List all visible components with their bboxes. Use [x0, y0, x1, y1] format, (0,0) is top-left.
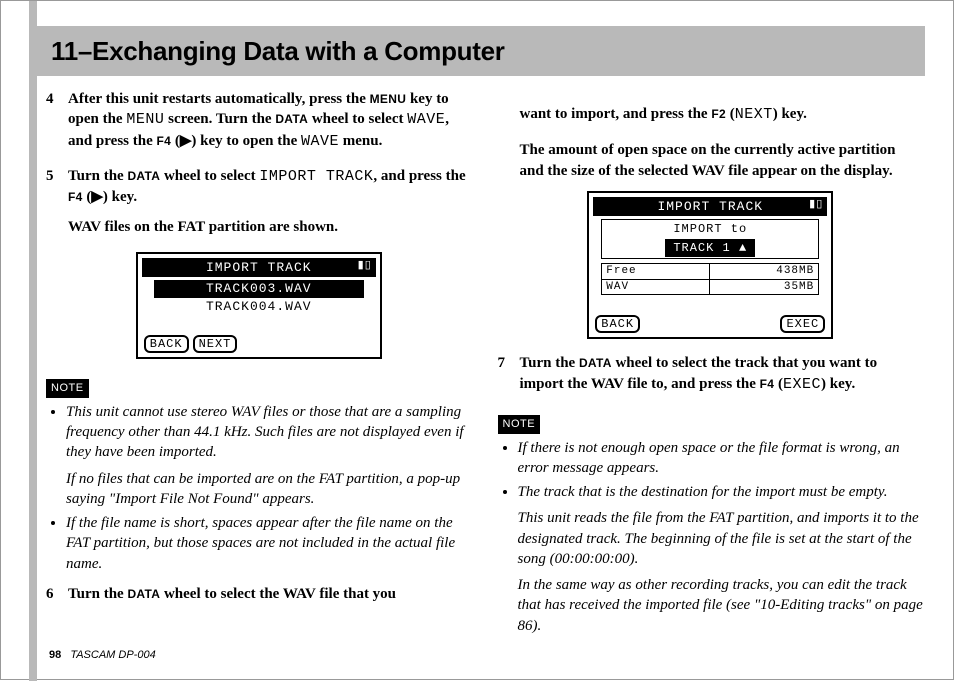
battery-icon: ▮▯ [809, 198, 823, 213]
step-number: 5 [46, 166, 54, 186]
step-6: 6 Turn the DATA wheel to select the WAV … [46, 584, 472, 604]
note-item: If there is not enough open space or the… [518, 438, 924, 479]
note-item: If the file name is short, spaces appear… [66, 513, 472, 574]
play-icon: ▶ [180, 132, 192, 149]
page-number: 98 [49, 649, 61, 661]
lcd-screenshot-2: IMPORT TRACK ▮▯ IMPORT to TRACK 1 ▲ Free… [587, 191, 833, 340]
page-footer: 98 TASCAM DP-004 [49, 649, 156, 661]
lcd-exec-button: EXEC [780, 315, 825, 333]
lcd-row: TRACK004.WAV [144, 298, 374, 316]
lcd-stats: Free438MB WAV35MB [601, 263, 819, 296]
step-5-sub: WAV files on the FAT partition are shown… [46, 217, 472, 237]
note-badge: NOTE [498, 415, 541, 434]
note-badge: NOTE [46, 379, 89, 398]
step-number: 7 [498, 353, 506, 373]
step-7: 7 Turn the DATA wheel to select the trac… [498, 353, 924, 395]
lcd-selected-row: TRACK003.WAV [154, 280, 364, 298]
info-paragraph: The amount of open space on the currentl… [498, 140, 924, 181]
side-strip [29, 1, 37, 681]
note-item: The track that is the destination for th… [518, 482, 924, 636]
page: 11–Exchanging Data with a Computer 4 Aft… [0, 0, 954, 680]
lcd-screenshot-1: IMPORT TRACK ▮▯ TRACK003.WAV TRACK004.WA… [136, 252, 382, 360]
lcd-back-button: BACK [144, 335, 189, 353]
battery-icon: ▮▯ [358, 259, 372, 274]
note-item: This unit cannot use stereo WAV files or… [66, 402, 472, 509]
chapter-title-bar: 11–Exchanging Data with a Computer [37, 26, 925, 76]
step-number: 4 [46, 89, 54, 109]
body-columns: 4 After this unit restarts automatically… [46, 89, 923, 639]
lcd-back-button: BACK [595, 315, 640, 333]
lcd-softkeys: BACK EXEC [595, 315, 825, 333]
step-5: 5 Turn the DATA wheel to select IMPORT T… [46, 166, 472, 208]
left-column: 4 After this unit restarts automatically… [46, 89, 472, 639]
play-icon: ▶ [91, 188, 103, 205]
step-4: 4 After this unit restarts automatically… [46, 89, 472, 152]
note-list: This unit cannot use stereo WAV files or… [46, 402, 472, 574]
product-model: TASCAM DP-004 [70, 649, 155, 661]
lcd-softkeys: BACK NEXT [144, 335, 374, 353]
step-number: 6 [46, 584, 54, 604]
note-list: If there is not enough open space or the… [498, 438, 924, 636]
right-column: want to import, and press the F2 (NEXT) … [498, 89, 924, 639]
chapter-title: 11–Exchanging Data with a Computer [51, 36, 505, 67]
step-6-cont: want to import, and press the F2 (NEXT) … [498, 104, 924, 125]
lcd-header: IMPORT TRACK ▮▯ [142, 258, 376, 278]
lcd-selected-track: TRACK 1 ▲ [665, 239, 755, 256]
lcd-body: IMPORT to TRACK 1 ▲ [601, 219, 819, 258]
lcd-header: IMPORT TRACK ▮▯ [593, 197, 827, 217]
lcd-next-button: NEXT [193, 335, 238, 353]
